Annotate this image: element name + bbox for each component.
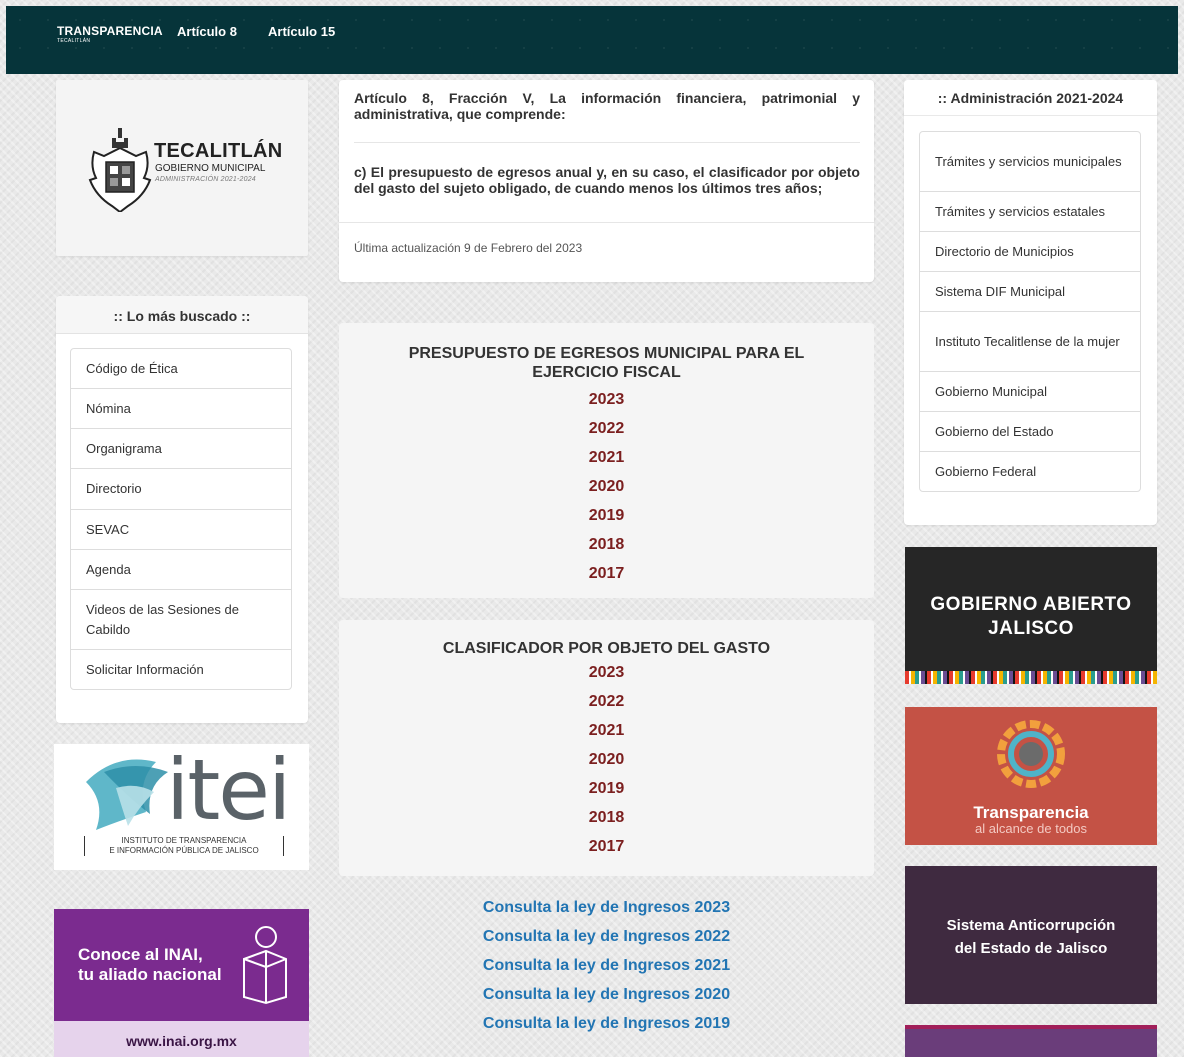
list-item-tramites-municipales[interactable]: Trámites y servicios municipales [920,132,1140,192]
clasificador-year-link[interactable]: 2017 [339,832,874,861]
list-item-directorio-municipios[interactable]: Directorio de Municipios [920,232,1140,272]
administration-panel: :: Administración 2021-2024 Trámites y s… [904,80,1157,525]
sistema-anticorrupcion-line-1: Sistema Anticorrupción [946,917,1116,934]
ley-ingresos-link[interactable]: Consulta la ley de Ingresos 2023 [339,893,874,922]
inai-text: Conoce al INAI, tu aliado nacional [78,945,222,985]
list-item-videos-cabildo[interactable]: Videos de las Sesiones de Cabildo [71,590,291,650]
presupuesto-year-link[interactable]: 2019 [339,501,874,530]
administration-list: Trámites y servicios municipales Trámite… [919,131,1141,492]
clasificador-year-link[interactable]: 2022 [339,687,874,716]
article-item-text: c) El presupuesto de egresos anual y, en… [354,164,860,196]
logo-subtitle: GOBIERNO MUNICIPAL [155,163,266,174]
presupuesto-year-link[interactable]: 2018 [339,530,874,559]
list-item-sevac[interactable]: SEVAC [71,510,291,550]
gobierno-abierto-text: GOBIERNO ABIERTO JALISCO [905,593,1157,641]
list-item-tramites-estatales[interactable]: Trámites y servicios estatales [920,192,1140,232]
ley-ingresos-link[interactable]: Consulta la ley de Ingresos 2020 [339,980,874,1009]
gobierno-abierto-line-1: GOBIERNO ABIERTO [930,594,1132,615]
presupuesto-year-link[interactable]: 2021 [339,443,874,472]
sistema-anticorrupcion-banner[interactable]: Sistema Anticorrupción del Estado de Jal… [905,866,1157,1004]
presupuesto-year-link[interactable]: 2017 [339,559,874,588]
itei-logo-icon [86,759,168,830]
list-item-gobierno-estado[interactable]: Gobierno del Estado [920,412,1140,452]
clasificador-title: CLASIFICADOR POR OBJETO DEL GASTO [442,640,771,657]
list-item-dif-municipal[interactable]: Sistema DIF Municipal [920,272,1140,312]
clasificador-year-link[interactable]: 2018 [339,803,874,832]
transparencia-banner[interactable]: Transparencia al alcance de todos [905,707,1157,845]
clasificador-year-link[interactable]: 2019 [339,774,874,803]
itei-caption-line-2: E INFORMACIÓN PÚBLICA DE JALISCO [109,846,259,855]
clasificador-year-link[interactable]: 2023 [339,658,874,687]
brand-link[interactable]: TRANSPARENCIA TECALITLÁN [57,24,163,44]
itei-caption: INSTITUTO DE TRANSPARENCIA E INFORMACIÓN… [84,836,284,856]
list-item-directorio[interactable]: Directorio [71,469,291,510]
article-fraction-text: Artículo 8, Fracción V, La información f… [354,90,860,122]
top-navbar: TRANSPARENCIA TECALITLÁN Artículo 8 Artí… [6,6,1178,74]
presupuesto-year-link[interactable]: 2020 [339,472,874,501]
most-searched-heading: :: Lo más buscado :: [56,296,308,334]
ley-ingresos-links: Consulta la ley de Ingresos 2023 Consult… [339,893,874,1038]
sistema-anticorrupcion-text: Sistema Anticorrupción del Estado de Jal… [905,914,1157,960]
ley-ingresos-link[interactable]: Consulta la ley de Ingresos 2021 [339,951,874,980]
presupuesto-title: PRESUPUESTO DE EGRESOS MUNICIPAL PARA EL… [339,344,874,382]
ley-ingresos-link[interactable]: Consulta la ley de Ingresos 2019 [339,1009,874,1038]
presupuesto-title-line-2: EJERCICIO FISCAL [532,364,681,381]
clasificador-years: 2023 2022 2021 2020 2019 2018 2017 [339,658,874,861]
nav-articulo-8[interactable]: Artículo 8 [177,24,237,39]
nav-articulo-15[interactable]: Artículo 15 [268,24,335,39]
logo-administration: ADMINISTRACIÓN 2021-2024 [155,176,256,183]
itei-wordmark: itei [166,741,291,839]
list-item-agenda[interactable]: Agenda [71,550,291,590]
itei-caption-line-1: INSTITUTO DE TRANSPARENCIA [121,836,247,845]
presupuesto-year-link[interactable]: 2023 [339,385,874,414]
article-panel: Artículo 8, Fracción V, La información f… [339,80,874,282]
list-item-nomina[interactable]: Nómina [71,389,291,429]
ley-ingresos-link[interactable]: Consulta la ley de Ingresos 2022 [339,922,874,951]
transparencia-title: Transparencia [973,803,1089,822]
partial-banner[interactable] [905,1025,1157,1057]
inai-line-1: Conoce al INAI, [78,945,203,964]
municipal-crest-icon [88,128,152,212]
clasificador-year-link[interactable]: 2020 [339,745,874,774]
list-item-solicitar-informacion[interactable]: Solicitar Información [71,650,291,689]
logo-title: TECALITLÁN [154,140,283,162]
clasificador-year-link[interactable]: 2021 [339,716,874,745]
transparencia-ring-icon [997,720,1065,788]
clasificador-gasto-box: CLASIFICADOR POR OBJETO DEL GASTO 2023 2… [339,620,874,876]
list-item-gobierno-federal[interactable]: Gobierno Federal [920,452,1140,491]
list-item-gobierno-municipal[interactable]: Gobierno Municipal [920,372,1140,412]
sistema-anticorrupcion-line-2: del Estado de Jalisco [954,940,1108,957]
article-last-updated: Última actualización 9 de Febrero del 20… [339,222,874,282]
most-searched-list: Código de Ética Nómina Organigrama Direc… [70,348,292,690]
administration-heading: :: Administración 2021-2024 [904,80,1157,116]
list-item-organigrama[interactable]: Organigrama [71,429,291,469]
presupuesto-title-line-1: PRESUPUESTO DE EGRESOS MUNICIPAL PARA EL [408,345,805,362]
brand-title: TRANSPARENCIA [57,24,163,38]
municipal-logo-panel: TECALITLÁN GOBIERNO MUNICIPAL ADMINISTRA… [56,80,308,256]
gobierno-abierto-banner[interactable]: GOBIERNO ABIERTO JALISCO [905,547,1157,684]
article-divider [354,142,860,143]
inai-banner[interactable]: Conoce al INAI, tu aliado nacional www.i… [54,909,309,1057]
list-item-instituto-mujer[interactable]: Instituto Tecalitlense de la mujer [920,312,1140,372]
gobierno-abierto-line-2: JALISCO [988,618,1074,639]
brand-subtitle: TECALITLÁN [57,38,91,44]
inai-line-2: tu aliado nacional [78,965,222,984]
presupuesto-egresos-box: PRESUPUESTO DE EGRESOS MUNICIPAL PARA EL… [339,323,874,598]
transparencia-subtitle: al alcance de todos [974,821,1088,836]
itei-banner[interactable]: itei INSTITUTO DE TRANSPARENCIA E INFORM… [54,744,309,870]
inai-url: www.inai.org.mx [54,1021,309,1057]
list-item-codigo-etica[interactable]: Código de Ética [71,349,291,389]
color-stripe [905,671,1157,684]
presupuesto-years: 2023 2022 2021 2020 2019 2018 2017 [339,385,874,588]
presupuesto-year-link[interactable]: 2022 [339,414,874,443]
inai-person-icon [243,926,287,1005]
most-searched-panel: :: Lo más buscado :: Código de Ética Nóm… [56,296,308,723]
